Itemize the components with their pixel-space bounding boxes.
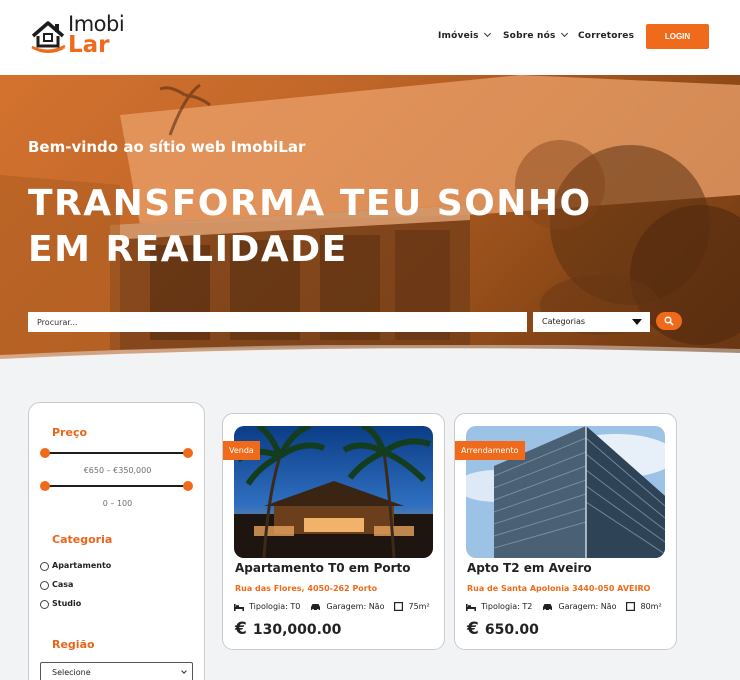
nav-imoveis[interactable]: Imóveis xyxy=(438,29,491,41)
search-button[interactable] xyxy=(656,312,682,330)
secondary-slider-min-handle[interactable] xyxy=(40,481,50,491)
secondary-range-value: 0 – 100 xyxy=(102,499,133,508)
feature-area: 80m² xyxy=(626,602,662,611)
area-square-icon xyxy=(394,602,404,611)
nav-corretores[interactable]: Corretores xyxy=(578,31,634,41)
listing-price: €650.00 xyxy=(467,619,539,639)
region-select-value: Selecione xyxy=(52,668,91,677)
listing-tag: Arrendamento xyxy=(455,441,525,460)
category-option-apartamento[interactable]: Apartamento xyxy=(40,559,111,571)
listing-features: Tipologia: T2 Garagem: Não 80m² xyxy=(466,602,672,611)
category-option-studio[interactable]: Studio xyxy=(40,597,81,609)
feature-garagem-text: Garagem: Não xyxy=(326,602,385,611)
price-heading: Preço xyxy=(52,426,88,439)
feature-tipologia: Tipologia: T0 xyxy=(234,602,300,611)
listing-features: Tipologia: T0 Garagem: Não 75m² xyxy=(234,602,440,611)
feature-garagem: Garagem: Não xyxy=(310,602,384,611)
triangle-down-icon xyxy=(632,319,642,325)
category-heading: Categoria xyxy=(52,533,113,546)
feature-garagem: Garagem: Não xyxy=(542,602,616,611)
nav-sobre-nos[interactable]: Sobre nós xyxy=(503,29,568,41)
currency-symbol: € xyxy=(235,619,247,639)
brand-line-2: Lar xyxy=(68,32,110,58)
filter-sidebar: Preço €650 – €350,000 0 – 100 Categoria … xyxy=(28,402,205,680)
price-range-slider[interactable] xyxy=(40,448,193,458)
listing-photo[interactable] xyxy=(234,426,433,558)
category-option-casa[interactable]: Casa xyxy=(40,578,73,590)
feature-tipologia-text: Tipologia: T2 xyxy=(481,602,533,611)
price-slider-max-handle[interactable] xyxy=(183,448,193,458)
nav-sobre-nos-label: Sobre nós xyxy=(503,31,556,41)
price-slider-min-handle[interactable] xyxy=(40,448,50,458)
nav-corretores-label: Corretores xyxy=(578,31,635,41)
brand-line-1: Imobi xyxy=(68,12,125,36)
listing-price-value: 130,000.00 xyxy=(252,622,342,638)
secondary-slider-max-handle[interactable] xyxy=(183,481,193,491)
feature-area-text: 75m² xyxy=(408,602,430,611)
bed-icon xyxy=(466,603,476,611)
price-range-value: €650 – €350,000 xyxy=(83,466,152,475)
listing-card[interactable]: Arrendamento Apto T2 em Aveiro Rua de Sa… xyxy=(454,413,677,650)
listing-photo-image xyxy=(234,426,433,558)
radio-button[interactable] xyxy=(40,600,49,609)
listing-tag: Venda xyxy=(223,441,260,460)
login-button[interactable]: LOGIN xyxy=(646,24,709,49)
nav-imoveis-label: Imóveis xyxy=(438,31,479,41)
car-icon xyxy=(543,603,553,611)
hero-welcome-text: Bem-vindo ao sítio web ImobiLar xyxy=(28,138,306,156)
listing-address: Rua das Flores, 4050-262 Porto xyxy=(235,584,378,593)
chevron-down-icon xyxy=(483,29,491,38)
currency-symbol: € xyxy=(467,619,479,639)
search-icon xyxy=(664,316,674,326)
listing-address: Rua de Santa Apolonia 3440-050 AVEIRO xyxy=(467,584,651,593)
category-option-label: Studio xyxy=(52,598,82,608)
category-option-label: Casa xyxy=(52,579,74,589)
feature-area-text: 80m² xyxy=(640,602,662,611)
bed-icon xyxy=(234,603,244,611)
category-select-value: Categorias xyxy=(542,317,586,326)
chevron-down-icon xyxy=(560,29,568,38)
car-icon xyxy=(311,603,321,611)
site-header: Imobi Lar Imóveis Sobre nós Corretores L… xyxy=(0,0,740,75)
listing-title[interactable]: Apto T2 em Aveiro xyxy=(467,561,592,575)
category-option-label: Apartamento xyxy=(52,560,112,570)
brand-wordmark: Imobi Lar xyxy=(68,12,125,58)
category-select[interactable]: Categorias xyxy=(533,312,650,332)
feature-tipologia: Tipologia: T2 xyxy=(466,602,532,611)
hero-bottom-wave xyxy=(0,345,740,375)
hero-banner: Bem-vindo ao sítio web ImobiLar TRANSFOR… xyxy=(0,75,740,375)
hero-title: TRANSFORMA TEU SONHO EM REALIDADE xyxy=(28,183,592,270)
radio-button[interactable] xyxy=(40,581,49,590)
house-logo-icon xyxy=(31,21,66,53)
radio-button[interactable] xyxy=(40,562,49,571)
region-select[interactable]: Selecione xyxy=(40,662,193,680)
chevron-down-icon xyxy=(181,668,187,674)
secondary-range-slider[interactable] xyxy=(40,481,193,491)
listing-title[interactable]: Apartamento T0 em Porto xyxy=(235,561,411,575)
feature-tipologia-text: Tipologia: T0 xyxy=(249,602,301,611)
listing-card[interactable]: Venda Apartamento T0 em Porto Rua das Fl… xyxy=(222,413,445,650)
feature-area: 75m² xyxy=(394,602,430,611)
area-square-icon xyxy=(626,602,636,611)
listing-price: €130,000.00 xyxy=(235,619,341,639)
feature-garagem-text: Garagem: Não xyxy=(558,602,617,611)
search-input[interactable] xyxy=(28,312,527,332)
region-heading: Região xyxy=(52,638,95,651)
listing-price-value: 650.00 xyxy=(484,622,539,638)
brand-logo[interactable]: Imobi Lar xyxy=(30,14,140,60)
